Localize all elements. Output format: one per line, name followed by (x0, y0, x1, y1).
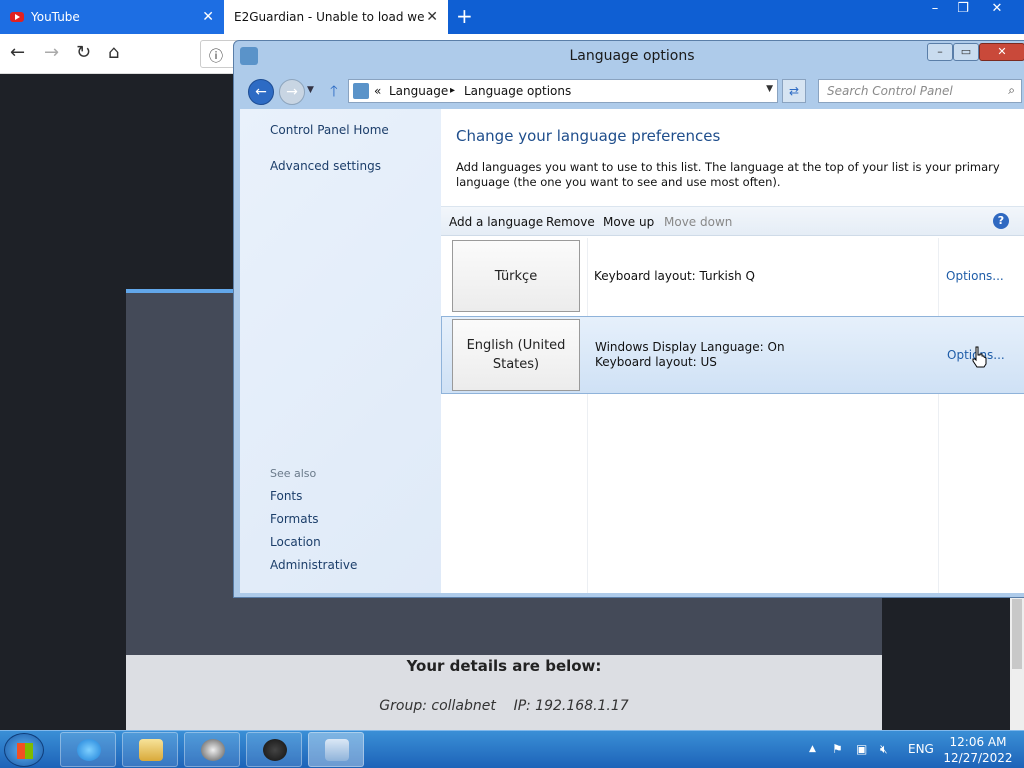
display-language-text: Windows Display Language: On (595, 340, 785, 354)
language-name-box[interactable]: Türkçe (452, 240, 580, 312)
clock[interactable]: 12:06 AM 12/27/2022 (938, 734, 1018, 766)
raccoon-icon (201, 739, 225, 761)
left-pane: Control Panel Home Advanced settings See… (240, 109, 441, 593)
tab-label: YouTube (31, 10, 80, 24)
volume-muted-icon[interactable]: 🔇︎ (880, 742, 888, 757)
main-pane: Change your language preferences Add lan… (441, 109, 1024, 593)
reload-icon[interactable]: ↻ (76, 42, 91, 63)
new-tab-button[interactable]: + (456, 4, 473, 28)
browser-close-button[interactable]: ✕ (982, 0, 1012, 20)
window-title: Language options (569, 48, 695, 64)
window-maximize-button[interactable]: ▭ (953, 43, 979, 61)
advanced-settings-link[interactable]: Advanced settings (270, 159, 381, 173)
input-language[interactable]: ENG (908, 742, 934, 756)
refresh-icon[interactable]: ⇄ (782, 79, 806, 103)
browser-tab-bar: YouTube ✕ E2Guardian - Unable to load we… (0, 0, 1024, 34)
folder-icon (139, 739, 163, 761)
browser-minimize-button[interactable]: – (920, 0, 950, 20)
language-toolbar: Add a language Remove Move up Move down … (441, 206, 1024, 236)
window-minimize-button[interactable]: – (927, 43, 953, 61)
clock-date: 12/27/2022 (943, 751, 1013, 765)
tab-close-icon[interactable]: ✕ (202, 9, 214, 25)
language-name-box[interactable]: English (United States) (452, 319, 580, 391)
move-up-button[interactable]: Move up (603, 215, 654, 229)
taskbar-explorer[interactable] (122, 732, 178, 767)
forward-arrow-icon[interactable]: → (44, 42, 59, 63)
search-placeholder: Search Control Panel (827, 84, 953, 98)
move-down-button: Move down (664, 215, 733, 229)
clock-time: 12:06 AM (949, 735, 1007, 749)
back-button[interactable]: ← (248, 79, 274, 105)
info-icon[interactable]: ⓘ (209, 49, 223, 65)
window-close-button[interactable]: ✕ (979, 43, 1024, 61)
windows-logo-icon (17, 743, 33, 759)
add-language-button[interactable]: Add a language (449, 215, 543, 229)
speedometer-icon (263, 739, 287, 761)
taskbar: ▲ ⚑ ▣ 🔇︎ ENG 12:06 AM 12/27/2022 (0, 730, 1024, 768)
language-info: Keyboard layout: Turkish Q (594, 269, 755, 284)
keyboard-layout-text: Keyboard layout: Turkish Q (594, 269, 755, 283)
formats-link[interactable]: Formats (270, 512, 319, 526)
hand-cursor-icon (972, 346, 987, 368)
details-panel: Your details are below: Group: collabnet… (126, 655, 882, 730)
search-input[interactable]: Search Control Panel ⌕ (818, 79, 1022, 103)
options-link[interactable]: Options... (946, 269, 1004, 283)
start-button[interactable] (4, 733, 44, 767)
breadcrumb-overflow[interactable]: « (374, 84, 381, 98)
control-panel-icon (353, 83, 369, 99)
location-link[interactable]: Location (270, 535, 321, 549)
tab-close-icon[interactable]: ✕ (426, 9, 438, 25)
fonts-link[interactable]: Fonts (270, 489, 302, 503)
tab-youtube[interactable]: YouTube ✕ (0, 0, 224, 34)
see-also-label: See also (270, 467, 317, 480)
youtube-icon (10, 12, 24, 22)
language-row-turkish[interactable]: Türkçe Keyboard layout: Turkish Q Option… (441, 238, 1024, 314)
language-info: Windows Display Language: On Keyboard la… (595, 340, 785, 370)
taskbar-control-panel[interactable] (308, 732, 364, 767)
forward-button[interactable]: → (279, 79, 305, 105)
breadcrumb-language-options[interactable]: Language options (464, 84, 571, 98)
tab-e2guardian[interactable]: E2Guardian - Unable to load websit ✕ (224, 0, 448, 34)
recent-pages-chevron-icon[interactable]: ▼ (307, 85, 314, 95)
internet-explorer-icon (77, 739, 101, 761)
taskbar-internet-explorer[interactable] (60, 732, 116, 767)
group-ip-text: Group: collabnet IP: 192.168.1.17 (379, 698, 629, 714)
address-dropdown-icon[interactable]: ▼ (766, 84, 773, 94)
window-body: Control Panel Home Advanced settings See… (240, 109, 1024, 593)
network-icon[interactable]: ▣ (856, 742, 867, 756)
up-arrow-icon[interactable]: 🡑 (330, 81, 338, 106)
address-bar[interactable]: « Language ▸ Language options ▼ (348, 79, 778, 103)
home-icon[interactable]: ⌂ (108, 42, 119, 63)
taskbar-speedometer[interactable] (246, 732, 302, 767)
window-title-bar[interactable]: Language options – ▭ ✕ (234, 41, 1024, 73)
page-title: Change your language preferences (456, 127, 721, 145)
help-icon[interactable]: ? (993, 213, 1009, 229)
tab-label: E2Guardian - Unable to load websit (234, 10, 424, 24)
search-icon[interactable]: ⌕ (1008, 83, 1015, 98)
page-description: Add languages you want to use to this li… (456, 160, 1000, 189)
remove-button[interactable]: Remove (546, 215, 595, 229)
details-heading: Your details are below: (406, 657, 602, 675)
language-row-english[interactable]: English (United States) Windows Display … (441, 316, 1024, 394)
scrollbar-thumb[interactable] (1012, 599, 1022, 669)
address-row: ← → ▼ 🡑 « Language ▸ Language options ▼ … (234, 75, 1024, 105)
breadcrumb-separator-icon[interactable]: ▸ (450, 85, 455, 96)
back-arrow-icon[interactable]: ← (10, 42, 25, 63)
language-options-window: Language options – ▭ ✕ ← → ▼ 🡑 « Languag… (233, 40, 1024, 598)
control-panel-icon (325, 739, 349, 761)
administrative-link[interactable]: Administrative (270, 558, 357, 572)
action-center-flag-icon[interactable]: ⚑ (832, 742, 843, 756)
browser-maximize-button[interactable]: ❐ (948, 0, 978, 20)
control-panel-home-link[interactable]: Control Panel Home (270, 123, 389, 137)
show-hidden-icons-icon[interactable]: ▲ (809, 744, 816, 754)
taskbar-app[interactable] (184, 732, 240, 767)
keyboard-layout-text: Keyboard layout: US (595, 355, 717, 369)
breadcrumb-language[interactable]: Language (389, 84, 448, 98)
